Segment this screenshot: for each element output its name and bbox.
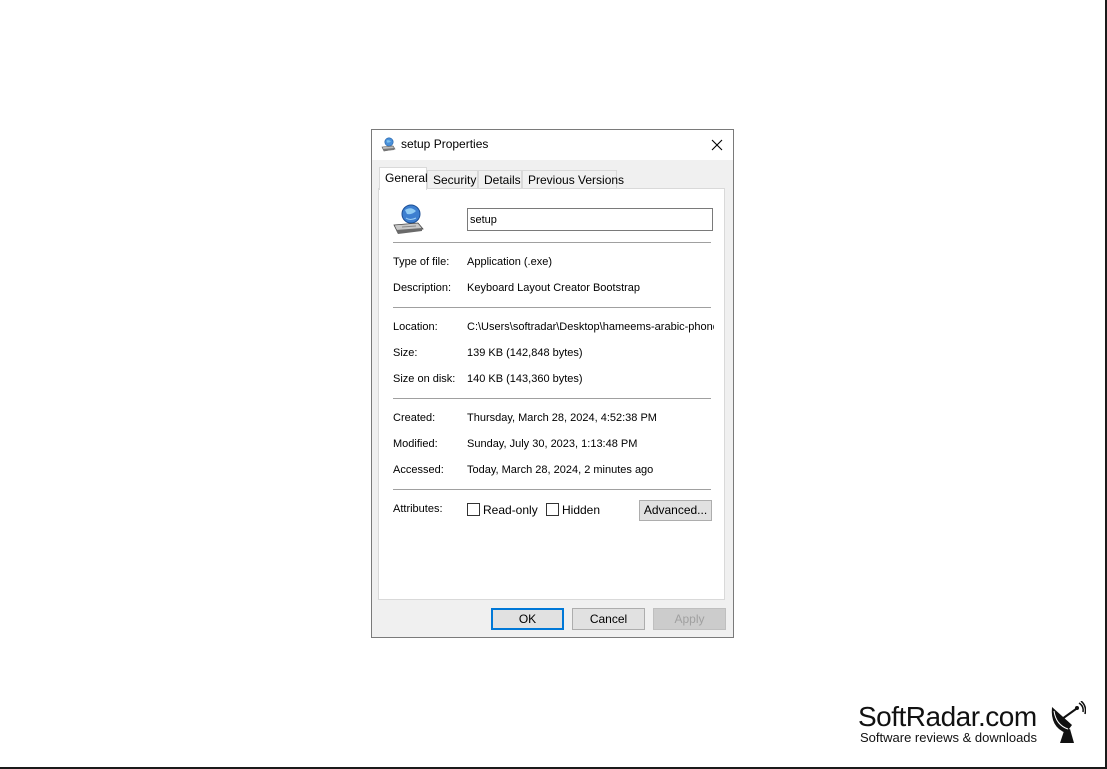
description-label: Description: (393, 282, 452, 294)
separator (393, 489, 711, 491)
softradar-watermark: SoftRadar.com Software reviews & downloa… (858, 701, 1088, 747)
size-label: Size: (393, 347, 418, 359)
separator (393, 307, 711, 309)
created-label: Created: (393, 412, 436, 424)
size-on-disk-label: Size on disk: (393, 373, 456, 385)
size-on-disk-value: 140 KB (143,360 bytes) (467, 373, 583, 385)
separator (393, 398, 711, 400)
modified-label: Modified: (393, 438, 438, 450)
type-of-file-value: Application (.exe) (467, 256, 552, 268)
advanced-button[interactable]: Advanced... (639, 500, 712, 521)
description-value: Keyboard Layout Creator Bootstrap (467, 282, 641, 294)
modified-value: Sunday, July 30, 2023, 1:13:48 PM (467, 438, 638, 450)
apply-button[interactable]: Apply (653, 608, 726, 630)
tab-security[interactable]: Security (427, 170, 478, 188)
location-value[interactable]: C:\Users\softradar\Desktop\hameems-arabi… (467, 321, 714, 333)
watermark-subtitle: Software reviews & downloads (860, 730, 1038, 745)
general-panel: Type of file: Application (.exe) Descrip… (378, 188, 725, 600)
read-only-label[interactable]: Read-only (483, 503, 538, 517)
satellite-dish-icon (1051, 701, 1086, 743)
accessed-label: Accessed: (393, 464, 444, 476)
cancel-button[interactable]: Cancel (572, 608, 645, 630)
tab-details[interactable]: Details (478, 170, 522, 188)
location-label: Location: (393, 321, 438, 333)
hidden-checkbox[interactable] (546, 503, 559, 516)
setup-exe-icon (381, 137, 396, 152)
close-icon (711, 139, 723, 151)
separator (393, 242, 711, 244)
type-of-file-label: Type of file: (393, 256, 450, 268)
close-button[interactable] (701, 130, 733, 160)
attributes-label: Attributes: (393, 503, 443, 515)
accessed-value: Today, March 28, 2024, 2 minutes ago (467, 464, 654, 476)
created-value: Thursday, March 28, 2024, 4:52:38 PM (467, 412, 657, 424)
ok-button[interactable]: OK (491, 608, 564, 630)
title-bar[interactable]: setup Properties (372, 130, 733, 160)
read-only-checkbox[interactable] (467, 503, 480, 516)
properties-dialog: setup Properties General Security Detail… (371, 129, 734, 638)
hidden-label[interactable]: Hidden (562, 503, 600, 517)
size-value: 139 KB (142,848 bytes) (467, 347, 583, 359)
setup-exe-large-icon (393, 204, 424, 234)
file-name-field[interactable] (467, 208, 713, 231)
window-title: setup Properties (401, 137, 489, 151)
watermark-title: SoftRadar.com (858, 701, 1037, 732)
tab-previous-versions[interactable]: Previous Versions (522, 170, 624, 188)
tab-general[interactable]: General (379, 167, 428, 190)
